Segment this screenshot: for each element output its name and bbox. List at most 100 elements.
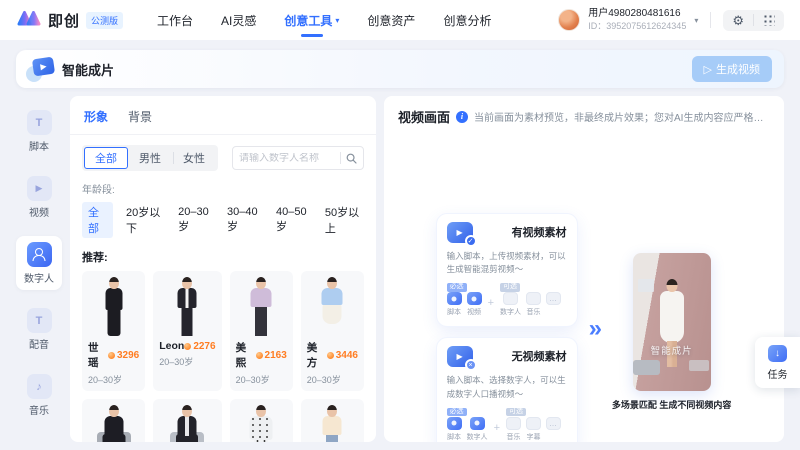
digital-human-card[interactable]: 宁烟 2903 [301,399,364,442]
gender-female-button[interactable]: 女性 [172,147,216,169]
required-badge: 必选 [447,283,467,291]
nav-item-workbench[interactable]: 工作台 [157,0,193,40]
mini-label: 视频 [467,307,481,317]
card-price: 3296 [108,350,139,361]
tab-background[interactable]: 背景 [128,108,152,125]
avatar[interactable] [558,9,580,31]
optional-group: 可选 数字人 音乐 … [500,283,561,317]
video-card-icon: ▶ [32,57,55,77]
app-root: 即创 公测版 工作台 AI灵感 创意工具 ▾ 创意资产 创意分析 用户49802… [0,0,800,450]
age-chip-all[interactable]: 全部 [82,202,113,238]
search-input[interactable] [239,153,337,164]
smart-film-banner: ▶ 智能成片 ▷ 生成视频 [16,50,784,88]
generate-video-button[interactable]: ▷ 生成视频 [692,56,772,82]
card-age: 20–30岁 [236,373,287,386]
music-mini-icon [506,417,521,430]
video-folder-icon: ▶ × [447,346,473,367]
nav-item-creative-tools[interactable]: 创意工具 ▾ [284,0,339,40]
price-value: 2163 [265,350,287,361]
required-group: 必选 脚本 数字人 [447,408,488,442]
mini-label: 数字人 [467,432,488,442]
apps-grid-icon[interactable] [763,14,775,26]
digital-human-card[interactable]: 美熙 2163 20–30岁 [230,271,293,391]
age-chip-40-50[interactable]: 40–50岁 [276,206,312,234]
sidebar-item-label: 视频 [29,204,49,219]
page-title: 智能成片 [62,60,114,79]
age-chip-over50[interactable]: 50岁以上 [325,204,364,236]
card-name: 美熙 [236,340,256,370]
avatar-figure [307,402,358,442]
element-music: 音乐 [526,292,541,317]
down-arrow-glyph: ↓ [775,348,780,359]
mini-label: 音乐 [507,432,521,442]
sidebar-item-script[interactable]: T 脚本 [16,104,62,158]
gender-all-button[interactable]: 全部 [84,147,128,169]
sidebar-item-dubbing[interactable]: T 配音 [16,302,62,356]
avatar-figure [159,402,215,442]
avatar-figure [307,274,358,338]
task-float-button[interactable]: ↓ 任务 [755,337,800,388]
user-id: ID：3952075612624345 [588,21,686,32]
age-chip-30-40[interactable]: 30–40岁 [227,206,263,234]
digital-human-card[interactable]: 才吉 2322 [153,399,221,442]
smart-film-icon: ▶ [28,57,54,81]
info-icon[interactable]: i [456,111,468,123]
user-info[interactable]: 用户4980280481616 ID：3952075612624345 [588,8,686,32]
age-chip-under20[interactable]: 20岁以下 [126,204,165,236]
nav-right: 用户4980280481616 ID：3952075612624345 ▾ ⚙ [558,8,784,32]
gender-male-button[interactable]: 男性 [128,147,172,169]
required-group: 必选 脚本 视频 [447,283,482,317]
sidebar-item-video[interactable]: ▶ 视频 [16,170,62,224]
task-download-icon: ↓ [768,345,787,362]
sidebar-item-digital-human[interactable]: 数字人 [16,236,62,290]
panel-tabs: 形象 背景 [70,96,376,135]
avatar-figure [236,274,287,338]
flow-cards-column: ▶ ✓ 有视频素材 输入脚本，上传视频素材，可以生成智能混剪视频～ 必选 脚本 … [437,214,577,442]
generate-video-label: 生成视频 [716,61,760,77]
digital-human-card[interactable]: Leon 2276 20–30岁 [153,271,221,391]
top-navbar: 即创 公测版 工作台 AI灵感 创意工具 ▾ 创意资产 创意分析 用户49802… [0,0,800,40]
avatar-figure [88,274,139,338]
disclaimer-text: 当前画面为素材预览，非最终成片效果；您对AI生成内容应严格遵循国家相关法律法规的… [474,109,770,124]
user-name: 用户4980280481616 [588,8,686,21]
person-glyph [33,248,46,261]
flow-card-title: 无视频素材 [512,348,567,364]
phone-caption: 多场景匹配 生成不同视频内容 [612,398,732,411]
sidebar-item-music[interactable]: ♪ 音乐 [16,368,62,422]
sidebar-item-label: 音乐 [29,402,49,417]
digital-human-card[interactable]: 世瑶 3296 20–30岁 [82,271,145,391]
t-glyph: T [36,315,43,327]
play-outline-icon: ▷ [704,63,712,76]
element-digital-human: 数字人 [467,417,488,442]
nav-item-creative-analytics[interactable]: 创意分析 [443,0,491,40]
app-logo[interactable]: 即创 公测版 [16,9,123,32]
gear-icon[interactable]: ⚙ [732,14,744,27]
digital-human-mini-icon [470,417,485,430]
more-icon: … [546,417,561,430]
video-preview-panel: 视频画面 i 当前画面为素材预览，非最终成片效果；您对AI生成内容应严格遵循国家… [384,96,784,442]
tab-appearance[interactable]: 形象 [84,108,108,125]
mini-label: 数字人 [500,307,521,317]
age-chip-20-30[interactable]: 20–30岁 [178,206,214,234]
sidebar-item-label: 数字人 [24,270,54,285]
avatar-figure [159,274,215,338]
digital-human-card[interactable]: 世菲 7304 [82,399,145,442]
digital-human-card[interactable]: 美蔓 4475 [230,399,293,442]
search-icon[interactable] [346,153,357,164]
coin-icon [327,352,334,359]
flow-card-title: 有视频素材 [512,224,567,240]
search-box [232,146,364,170]
avatar-figure [236,402,287,442]
play-icon: ▶ [40,62,47,72]
digital-human-card[interactable]: 美方 3446 20–30岁 [301,271,364,391]
optional-badge: 可选 [500,283,520,291]
nav-menu: 工作台 AI灵感 创意工具 ▾ 创意资产 创意分析 [157,0,491,40]
flow-card-without-video: ▶ × 无视频素材 输入脚本、选择数字人，可以生成数字人口播视频～ 必选 脚本 … [437,338,577,442]
user-menu-caret-icon[interactable]: ▾ [694,16,698,25]
price-value: 3446 [336,350,358,361]
nav-item-creative-assets[interactable]: 创意资产 [367,0,415,40]
logo-text: 即创 [48,10,80,31]
card-price: 2276 [184,341,215,352]
nav-item-ai-inspiration[interactable]: AI灵感 [221,0,256,40]
phone-preview: 智能成片 [633,253,711,391]
